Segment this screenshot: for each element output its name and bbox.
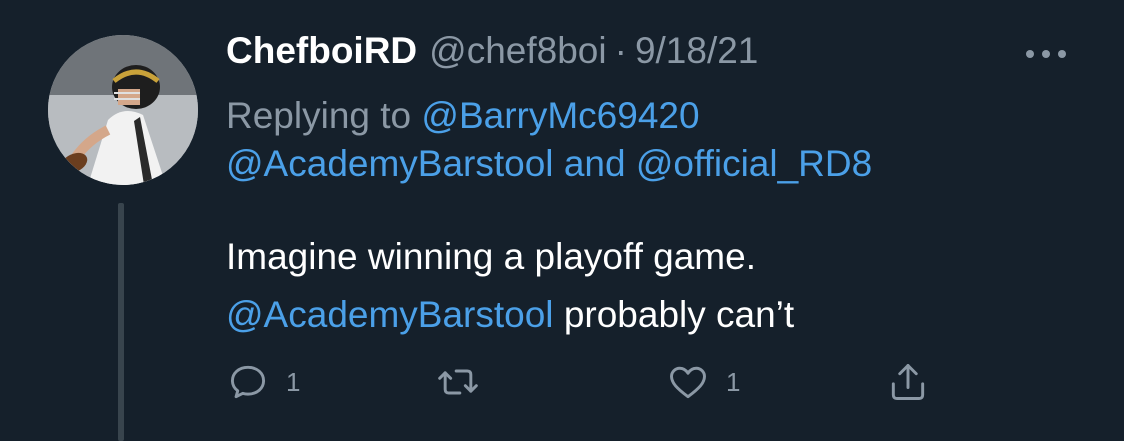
tweet-actions: 1 1 <box>226 360 946 416</box>
user-handle[interactable]: @chef8boi <box>429 30 606 72</box>
separator-dot: · <box>614 30 627 71</box>
replying-to: Replying to @BarryMc69420 @AcademyBarsto… <box>226 92 1086 188</box>
replying-to-label: Replying to <box>226 95 412 136</box>
like-button[interactable]: 1 <box>666 360 740 404</box>
thread-line <box>118 203 124 441</box>
reply-count: 1 <box>286 366 301 397</box>
tweet-text-line-1: Imagine winning a playoff game. <box>226 236 756 277</box>
share-button[interactable] <box>886 360 930 404</box>
tweet-text-rest: probably can’t <box>563 294 795 335</box>
tweet-date[interactable]: 9/18/21 <box>635 30 758 72</box>
more-icon[interactable] <box>1026 44 1086 64</box>
tweet-header: ChefboiRD @chef8boi · 9/18/21 <box>226 30 758 80</box>
display-name[interactable]: ChefboiRD <box>226 30 417 72</box>
like-count: 1 <box>726 366 741 397</box>
tweet-text-mention[interactable]: @AcademyBarstool <box>226 294 554 335</box>
share-icon <box>891 364 925 400</box>
reply-joiner[interactable]: and <box>564 143 626 184</box>
football-player-avatar-icon <box>48 35 198 185</box>
retweet-button[interactable] <box>436 360 496 404</box>
reply-mention-2[interactable]: @AcademyBarstool <box>226 143 554 184</box>
avatar[interactable] <box>48 35 198 185</box>
retweet-icon <box>438 369 478 395</box>
tweet-text: Imagine winning a playoff game. @Academy… <box>226 228 1086 344</box>
reply-mention-1[interactable]: @BarryMc69420 <box>421 95 699 136</box>
heart-icon <box>670 366 706 399</box>
reply-icon <box>230 365 266 399</box>
reply-button[interactable]: 1 <box>226 360 300 404</box>
reply-mention-3[interactable]: @official_RD8 <box>636 143 872 184</box>
tweet[interactable]: ChefboiRD @chef8boi · 9/18/21 Replying t… <box>0 0 1124 441</box>
